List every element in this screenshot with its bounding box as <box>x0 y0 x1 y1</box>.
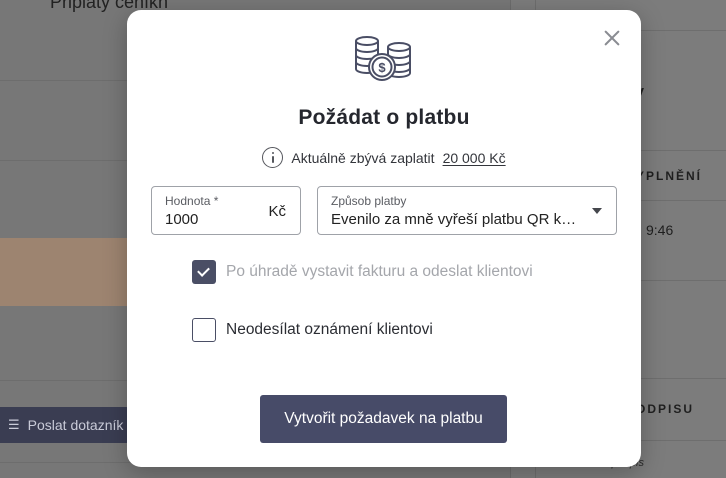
chevron-down-icon[interactable] <box>592 208 602 214</box>
amount-input[interactable]: 1000 <box>165 211 198 228</box>
close-icon[interactable] <box>601 27 623 49</box>
amount-field-label: Hodnota * <box>165 194 219 208</box>
no-notification-label: Neodesílat oznámení klientovi <box>226 321 433 338</box>
currency-unit: Kč <box>268 203 286 220</box>
dialog-title: Požádat o platbu <box>298 106 470 129</box>
remaining-amount-link[interactable]: 20 000 Kč <box>443 150 506 166</box>
coins-dollar-icon: $ <box>355 36 411 81</box>
send-questionnaire-button[interactable]: ☰ Poslat dotazník <box>0 407 130 443</box>
remaining-amount-info: Aktuálně zbývá zaplatit 20 000 Kč <box>127 147 641 168</box>
amount-field[interactable]: Hodnota * 1000 Kč <box>151 186 301 235</box>
invoice-after-payment-option[interactable]: Po úhradě vystavit fakturu a odeslat kli… <box>192 260 533 284</box>
no-notification-option[interactable]: Neodesílat oznámení klientovi <box>192 318 433 342</box>
background-highlight <box>0 238 130 306</box>
payment-method-select[interactable]: Způsob platby Evenilo za mně vyřeší plat… <box>317 186 617 235</box>
send-questionnaire-label: Poslat dotazník <box>27 417 124 433</box>
background-time: 9:46 <box>646 222 674 238</box>
background-column-header: ODPISU <box>636 402 695 416</box>
background-column-header: YPLNĚNÍ <box>636 169 703 183</box>
invoice-checkbox[interactable] <box>192 260 216 284</box>
invoice-checkbox-label: Po úhradě vystavit fakturu a odeslat kli… <box>226 263 533 280</box>
payment-method-value: Evenilo za mně vyřeší platbu QR kódem <box>331 211 583 228</box>
create-payment-request-button[interactable]: Vytvořit požadavek na platbu <box>260 395 507 443</box>
payment-request-dialog: $ Požádat o platbu Aktuálně zbývá zaplat… <box>127 10 641 467</box>
payment-method-label: Způsob platby <box>331 194 407 208</box>
no-notification-checkbox[interactable] <box>192 318 216 342</box>
svg-text:$: $ <box>378 60 386 75</box>
remaining-amount-text: Aktuálně zbývá zaplatit <box>291 149 435 166</box>
checklist-icon: ☰ <box>8 417 20 432</box>
info-icon <box>262 147 284 168</box>
